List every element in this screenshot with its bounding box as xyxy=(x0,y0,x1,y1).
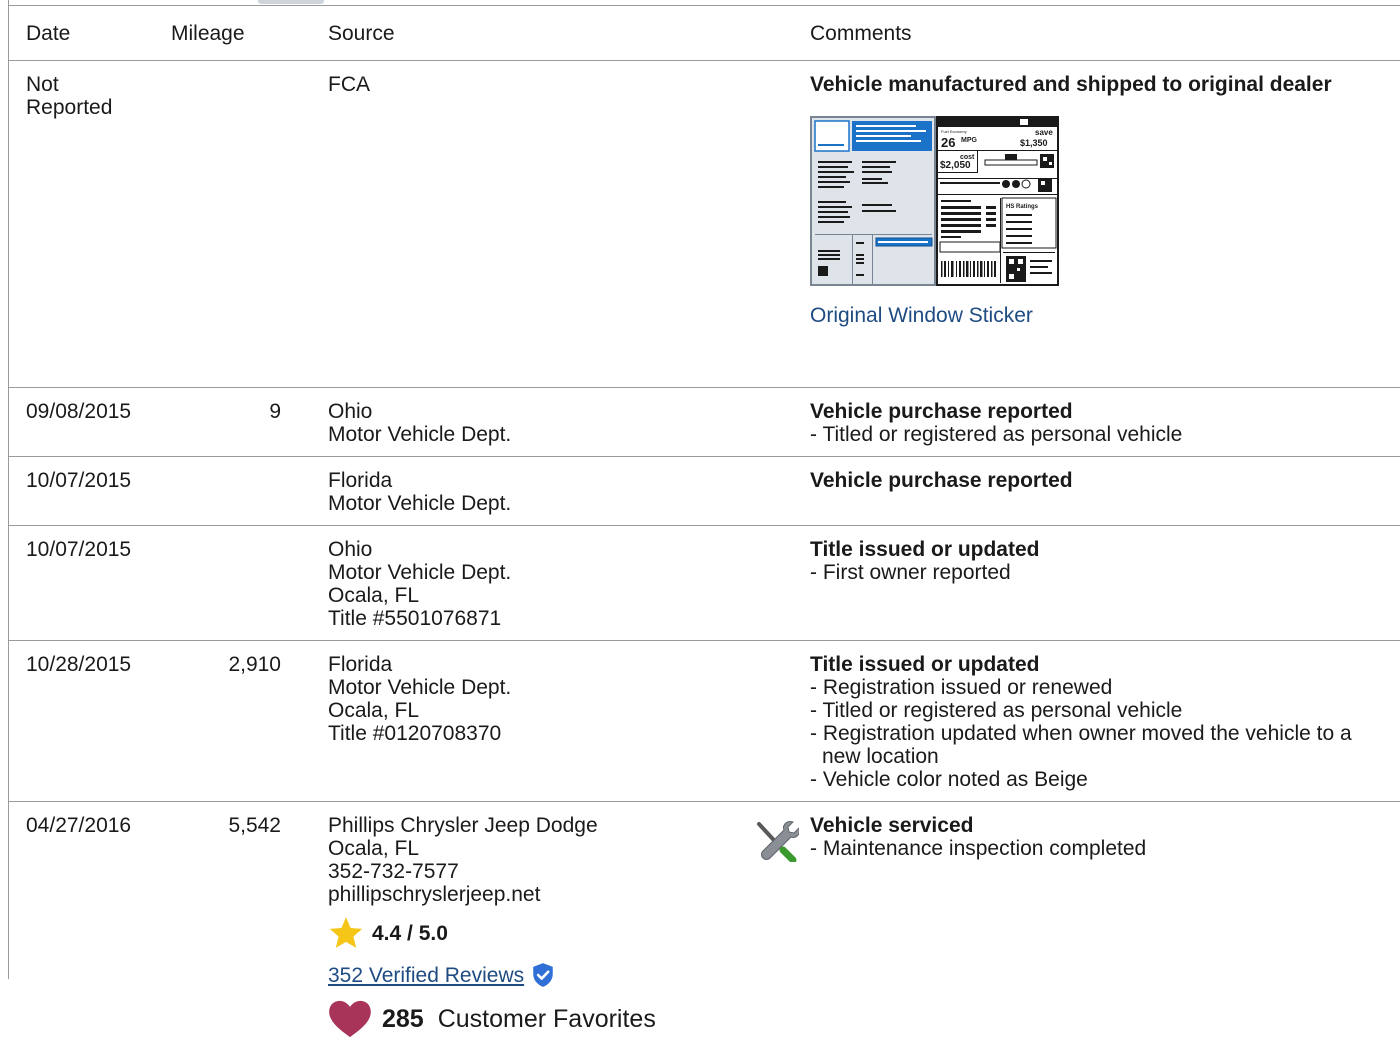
source-line: Ocala, FL xyxy=(328,584,769,607)
sticker-save: save xyxy=(1035,128,1053,137)
comment-title: Vehicle purchase reported xyxy=(810,469,1392,492)
comment-title: Title issued or updated xyxy=(810,653,1392,676)
header-mileage: Mileage xyxy=(169,6,289,61)
dealer-name: Phillips Chrysler Jeep Dodge xyxy=(328,814,769,837)
svg-text:Fuel Economy: Fuel Economy xyxy=(941,129,967,134)
source-line: Title #5501076871 xyxy=(328,607,769,630)
table-row: Not Reported FCA Vehicle manufactured an… xyxy=(9,61,1400,388)
source-line: Motor Vehicle Dept. xyxy=(328,676,769,699)
comment-item: - Maintenance inspection completed xyxy=(810,837,1392,860)
dealer-location: Ocala, FL xyxy=(328,837,769,860)
row-mileage: 5,542 xyxy=(169,802,289,1048)
comment-item: - Registration updated when owner moved … xyxy=(810,722,1392,768)
sticker-save-amount: $1,350 xyxy=(1020,138,1048,148)
source-line: Florida xyxy=(328,653,769,676)
table-row: 10/28/2015 2,910 Florida Motor Vehicle D… xyxy=(9,641,1400,802)
row-date: Not Reported xyxy=(26,73,126,119)
row-mileage xyxy=(169,457,289,526)
row-date: 10/07/2015 xyxy=(9,526,169,641)
sticker-ratings-label: HS Ratings xyxy=(1006,204,1039,210)
star-icon xyxy=(328,916,364,950)
source-line: Ocala, FL xyxy=(328,699,769,722)
table-row: 10/07/2015 Ohio Motor Vehicle Dept. Ocal… xyxy=(9,526,1400,641)
comment-title: Title issued or updated xyxy=(810,538,1392,561)
row-date: 10/28/2015 xyxy=(9,641,169,802)
source-line: Motor Vehicle Dept. xyxy=(328,561,769,584)
dealer-rating: 4.4 / 5.0 xyxy=(328,916,769,950)
row-mileage: 9 xyxy=(169,388,289,457)
header-comments: Comments xyxy=(809,6,1400,61)
source-line: Florida xyxy=(328,469,769,492)
comment-title: Vehicle manufactured and shipped to orig… xyxy=(810,73,1392,96)
wrench-screwdriver-icon xyxy=(753,816,799,862)
row-date: 10/07/2015 xyxy=(9,457,169,526)
comment-title: Vehicle purchase reported xyxy=(810,400,1392,423)
dealer-website: phillipschryslerjeep.net xyxy=(328,883,769,906)
comment-item: - Vehicle color noted as Beige xyxy=(810,768,1392,791)
comment-title: Vehicle serviced xyxy=(810,814,1392,837)
comment-item: - Titled or registered as personal vehic… xyxy=(810,423,1392,446)
comment-item: - Registration issued or renewed xyxy=(810,676,1392,699)
source-line: FCA xyxy=(328,73,769,96)
row-mileage: 2,910 xyxy=(169,641,289,802)
source-line: Title #0120708370 xyxy=(328,722,769,745)
source-line: Motor Vehicle Dept. xyxy=(328,423,769,446)
sticker-mpg: 26 xyxy=(941,135,955,150)
comment-item: - First owner reported xyxy=(810,561,1392,584)
table-header-row: Date Mileage Source Comments xyxy=(9,6,1400,61)
row-mileage xyxy=(169,526,289,641)
dealer-phone: 352-732-7577 xyxy=(328,860,769,883)
table-row: 09/08/2015 9 Ohio Motor Vehicle Dept. Ve… xyxy=(9,388,1400,457)
table-row: 04/27/2016 5,542 Phillips Chrysler Jeep … xyxy=(9,802,1400,1048)
verified-reviews-link[interactable]: 352 Verified Reviews xyxy=(328,964,524,987)
source-line: Ohio xyxy=(328,400,769,423)
window-sticker-thumbnail[interactable]: Fuel Economy 26 MPG save $1,350 cost $2,… xyxy=(810,116,1060,286)
favorites-label: Customer Favorites xyxy=(438,1004,656,1034)
source-line: Ohio xyxy=(328,538,769,561)
heart-icon xyxy=(328,1000,372,1038)
vehicle-history-table: Date Mileage Source Comments Not Reporte… xyxy=(9,5,1400,1048)
header-source: Source xyxy=(289,6,769,61)
original-window-sticker-link[interactable]: Original Window Sticker xyxy=(810,304,1033,327)
rating-score: 4.4 / 5.0 xyxy=(372,922,448,945)
verified-badge-icon xyxy=(530,962,556,988)
comment-item: - Titled or registered as personal vehic… xyxy=(810,699,1392,722)
row-date: 09/08/2015 xyxy=(9,388,169,457)
source-line: Motor Vehicle Dept. xyxy=(328,492,769,515)
sticker-annual-cost: $2,050 xyxy=(940,160,971,171)
sticker-mpg-unit: MPG xyxy=(961,137,978,144)
row-mileage xyxy=(169,61,289,388)
table-row: 10/07/2015 Florida Motor Vehicle Dept. V… xyxy=(9,457,1400,526)
favorites-count: 285 xyxy=(382,1004,424,1034)
row-date: 04/27/2016 xyxy=(9,802,169,1048)
header-date: Date xyxy=(9,6,169,61)
customer-favorites: 285 Customer Favorites xyxy=(328,1000,769,1038)
scroll-tab xyxy=(258,0,324,4)
